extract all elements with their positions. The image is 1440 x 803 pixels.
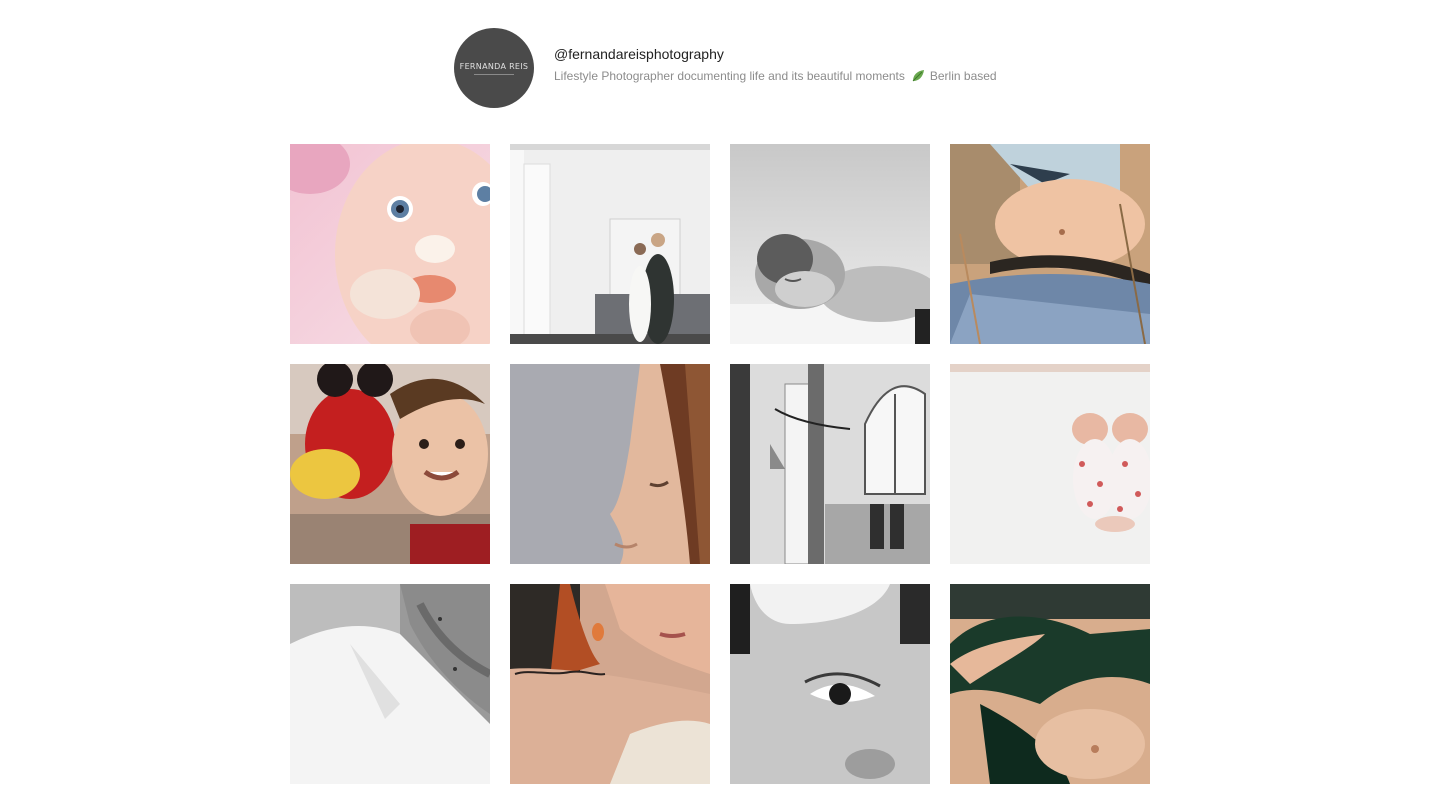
post-sleeping-newborn[interactable] — [730, 144, 930, 344]
instagram-feed-page: FERNANDA REIS @fernandareisphotography L… — [0, 0, 1440, 803]
profile-header: FERNANDA REIS @fernandareisphotography L… — [454, 28, 997, 108]
bio-location-text: Berlin based — [929, 69, 997, 83]
post-pregnant-belly-field[interactable] — [950, 144, 1150, 344]
profile-handle-link[interactable]: @fernandareisphotography — [554, 45, 997, 63]
bio-text: Lifestyle Photographer documenting life … — [554, 69, 905, 83]
post-man-white-shirt[interactable] — [290, 584, 490, 784]
post-wedding-couple-hallway[interactable] — [510, 144, 710, 344]
post-baby-cake-face[interactable] — [290, 144, 490, 344]
profile-info: @fernandareisphotography Lifestyle Photo… — [554, 45, 997, 84]
avatar-logo-text: FERNANDA REIS — [459, 61, 529, 71]
profile-bio: Lifestyle Photographer documenting life … — [554, 68, 997, 84]
post-newborn-twins[interactable] — [950, 364, 1150, 564]
leaf-icon — [911, 69, 925, 83]
post-woman-profile[interactable] — [510, 364, 710, 564]
post-child-eye-closeup[interactable] — [730, 584, 930, 784]
post-smiling-baby-minnie[interactable] — [290, 364, 490, 564]
photo-grid — [290, 144, 1150, 784]
avatar[interactable]: FERNANDA REIS — [454, 28, 534, 108]
post-room-doorway[interactable] — [730, 364, 930, 564]
avatar-logo-underline — [474, 73, 514, 75]
post-pregnant-belly-hand[interactable] — [950, 584, 1150, 784]
post-woman-shoulder-tattoo[interactable] — [510, 584, 710, 784]
